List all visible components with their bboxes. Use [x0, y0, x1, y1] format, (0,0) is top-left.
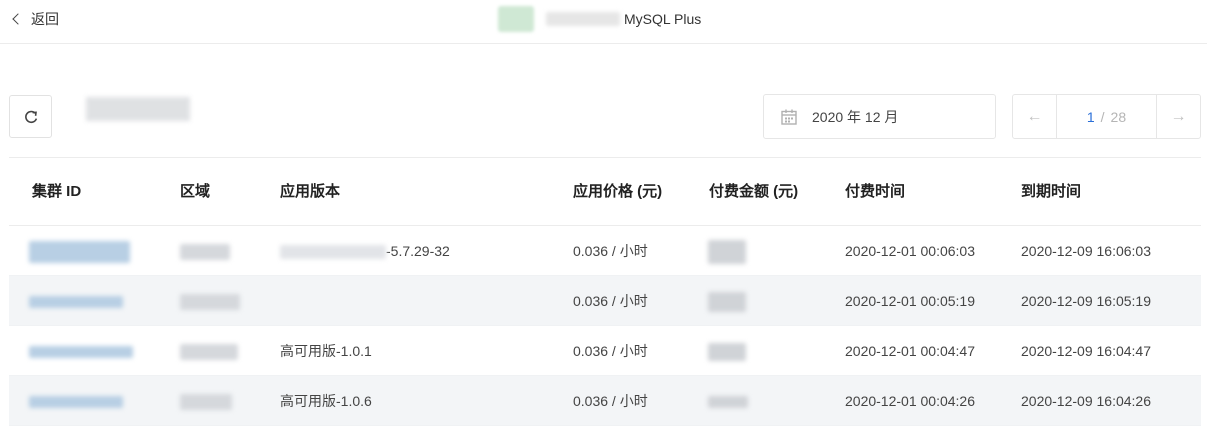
- redacted-title: [86, 97, 190, 121]
- col-cluster-id: 集群 ID: [32, 183, 82, 200]
- cluster-id-cell[interactable]: [29, 226, 130, 276]
- table-header: 集群 ID 区域 应用版本 应用价格 (元) 付费金额 (元) 付费时间 到期时…: [9, 157, 1201, 226]
- chevron-left-icon: [12, 13, 24, 25]
- cluster-id-cell[interactable]: [29, 276, 123, 326]
- paid-time-cell: 2020-12-01 00:04:47: [845, 343, 975, 359]
- app-price-cell: 0.036 / 小时: [573, 343, 648, 359]
- pagination: ← 1 / 28 →: [1012, 94, 1201, 139]
- arrow-left-icon: ←: [1026, 107, 1043, 125]
- table-row[interactable]: 高可用版-1.0.6 0.036 / 小时 2020-12-01 00:04:2…: [9, 376, 1201, 426]
- paid-amount-cell: [708, 226, 746, 276]
- region-cell: [180, 276, 240, 326]
- cluster-id-cell[interactable]: [29, 376, 123, 426]
- region-cell: [180, 326, 238, 376]
- prev-page-button[interactable]: ←: [1013, 95, 1056, 138]
- paid-time-cell: 2020-12-01 00:05:19: [845, 293, 975, 309]
- month-value: 2020 年 12 月: [812, 108, 899, 125]
- table-row[interactable]: 0.036 / 小时 2020-12-01 00:05:19 2020-12-0…: [9, 276, 1201, 326]
- paid-time-cell: 2020-12-01 00:04:26: [845, 393, 975, 409]
- col-paid-amount: 付费金额 (元): [709, 183, 799, 200]
- current-page: 1: [1086, 108, 1095, 125]
- expire-time-cell: 2020-12-09 16:04:47: [1021, 343, 1151, 359]
- refresh-icon: [24, 110, 37, 123]
- expire-time-cell: 2020-12-09 16:05:19: [1021, 293, 1151, 309]
- refresh-button[interactable]: [9, 95, 52, 138]
- paid-amount-cell: [708, 276, 746, 326]
- month-picker[interactable]: 2020 年 12 月: [763, 94, 996, 139]
- col-region: 区域: [180, 183, 211, 200]
- top-header: 返回 MySQL Plus: [0, 0, 1207, 44]
- region-cell: [180, 376, 232, 426]
- expire-time-cell: 2020-12-09 16:04:26: [1021, 393, 1151, 409]
- back-button[interactable]: 返回: [12, 9, 59, 29]
- expire-time-cell: 2020-12-09 16:06:03: [1021, 243, 1151, 259]
- app-logo: [498, 6, 534, 32]
- redacted-app-prefix: [546, 12, 620, 26]
- app-title: MySQL Plus: [498, 6, 701, 32]
- app-version-cell: 高可用版-1.0.1: [280, 343, 372, 359]
- calendar-icon: [781, 109, 797, 125]
- col-paid-time: 付费时间: [845, 183, 906, 200]
- paid-amount-cell: [708, 376, 748, 426]
- col-expire-time: 到期时间: [1021, 183, 1082, 200]
- app-name: MySQL Plus: [624, 11, 702, 27]
- region-cell: [180, 226, 230, 276]
- arrow-right-icon: →: [1170, 107, 1187, 125]
- total-pages: 28: [1110, 108, 1127, 125]
- paid-amount-cell: [708, 326, 746, 376]
- next-page-button[interactable]: →: [1157, 95, 1200, 138]
- col-app-price: 应用价格 (元): [573, 183, 663, 200]
- table-row[interactable]: 高可用版-1.0.1 0.036 / 小时 2020-12-01 00:04:4…: [9, 326, 1201, 376]
- cluster-id-cell[interactable]: [29, 326, 133, 376]
- app-version-cell: -5.7.29-32: [280, 226, 450, 276]
- col-app-version: 应用版本: [280, 183, 341, 200]
- app-version-text: -5.7.29-32: [386, 243, 450, 259]
- paid-time-cell: 2020-12-01 00:06:03: [845, 243, 975, 259]
- app-version-cell: 高可用版-1.0.6: [280, 393, 372, 409]
- app-price-cell: 0.036 / 小时: [573, 243, 648, 259]
- app-price-cell: 0.036 / 小时: [573, 393, 648, 409]
- page-separator: /: [1100, 108, 1105, 125]
- billing-table: 集群 ID 区域 应用版本 应用价格 (元) 付费金额 (元) 付费时间 到期时…: [9, 157, 1201, 426]
- app-price-cell: 0.036 / 小时: [573, 293, 648, 309]
- back-label: 返回: [31, 11, 59, 27]
- page-indicator: 1 / 28: [1056, 95, 1157, 138]
- table-row[interactable]: -5.7.29-32 0.036 / 小时 2020-12-01 00:06:0…: [9, 226, 1201, 276]
